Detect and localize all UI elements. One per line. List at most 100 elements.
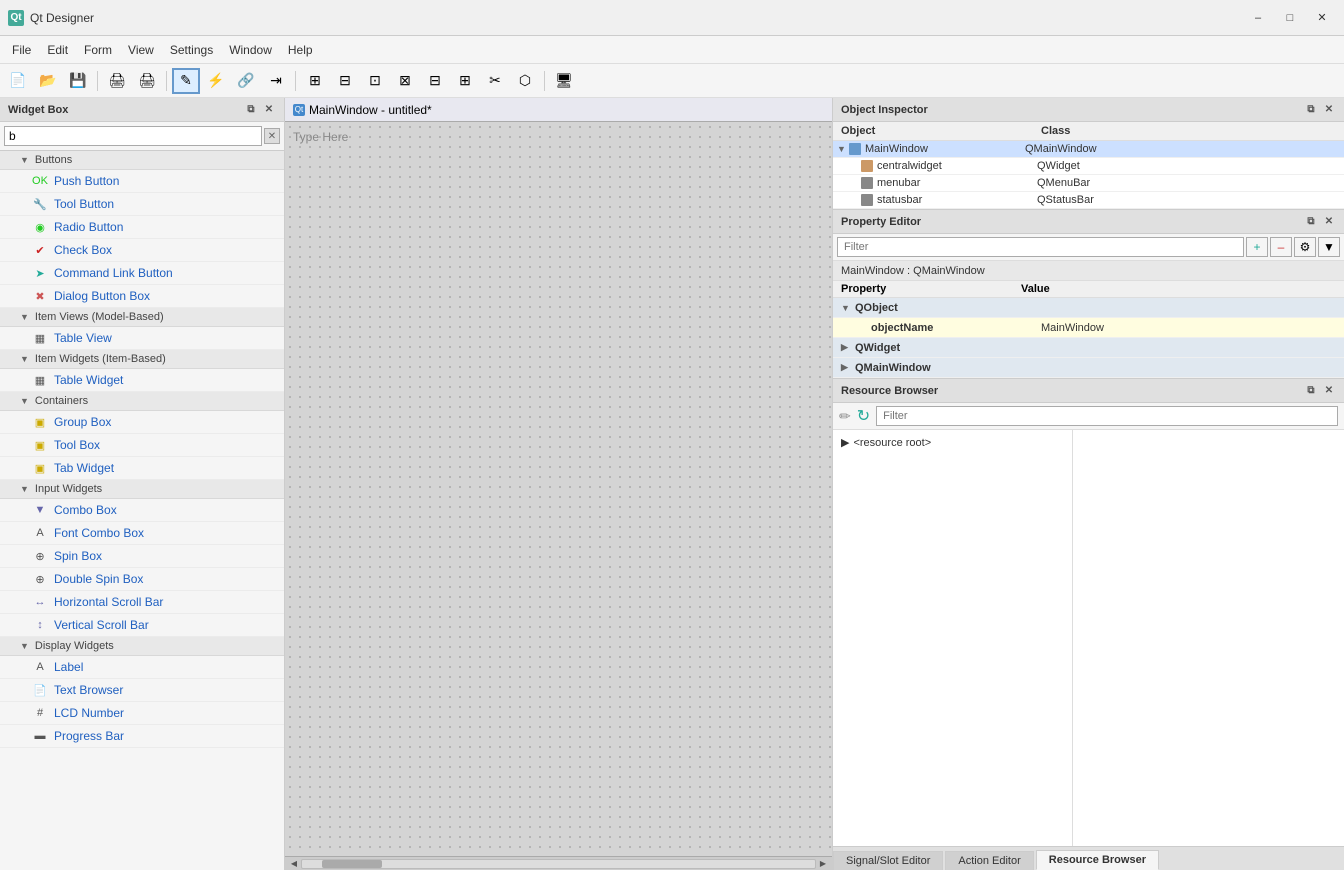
toolbar-tab[interactable]: ⇥ — [262, 68, 290, 94]
category-display-widgets[interactable]: ▼ Display Widgets — [0, 637, 284, 656]
pe-objectname-value[interactable]: MainWindow — [1041, 322, 1336, 334]
toolbar-layout-split-h[interactable]: ⊟ — [421, 68, 449, 94]
toolbar-layout-split-v[interactable]: ⊞ — [451, 68, 479, 94]
object-inspector-float[interactable]: ⧉ — [1304, 103, 1318, 117]
pe-group-qwidget[interactable]: ▶ QWidget — [833, 338, 1344, 358]
widget-item-group-box[interactable]: ▣ Group Box — [0, 411, 284, 434]
category-containers[interactable]: ▼ Containers — [0, 392, 284, 411]
toolbar-preview[interactable]: 🖥 — [550, 68, 578, 94]
category-item-views[interactable]: ▼ Item Views (Model-Based) — [0, 308, 284, 327]
category-item-widgets[interactable]: ▼ Item Widgets (Item-Based) — [0, 350, 284, 369]
widget-item-text-browser[interactable]: 📄 Text Browser — [0, 679, 284, 702]
widget-item-command-link[interactable]: ➤ Command Link Button — [0, 262, 284, 285]
widget-item-v-scroll-bar[interactable]: ↕ Vertical Scroll Bar — [0, 614, 284, 637]
canvas-scrollbar-horizontal[interactable]: ◀ ▶ — [285, 856, 832, 870]
widget-item-lcd-number[interactable]: # LCD Number — [0, 702, 284, 725]
toolbar-signal[interactable]: ⚡ — [202, 68, 230, 94]
toolbar-layout-h[interactable]: ⊞ — [301, 68, 329, 94]
widget-item-check-box[interactable]: ✔ Check Box — [0, 239, 284, 262]
category-display-widgets-label: Display Widgets — [35, 640, 114, 652]
widget-item-tool-button[interactable]: 🔧 Tool Button — [0, 193, 284, 216]
menu-form[interactable]: Form — [76, 39, 120, 61]
pe-row-objectname: objectName MainWindow — [833, 318, 1344, 338]
widget-search-input[interactable] — [4, 126, 262, 146]
obj-tree-item-centralwidget[interactable]: centralwidget QWidget — [833, 158, 1344, 175]
menu-window[interactable]: Window — [221, 39, 280, 61]
obj-tree-item-statusbar[interactable]: statusbar QStatusBar — [833, 192, 1344, 209]
widget-item-label[interactable]: A Label — [0, 656, 284, 679]
resource-edit-button[interactable]: ✏ — [839, 408, 851, 425]
menu-view[interactable]: View — [120, 39, 162, 61]
resource-root-item[interactable]: ▶ <resource root> — [837, 434, 1068, 451]
resource-browser-close[interactable]: ✕ — [1322, 384, 1336, 398]
toolbar-print2[interactable]: 🖨 — [133, 68, 161, 94]
widget-item-combo-box[interactable]: ▼ Combo Box — [0, 499, 284, 522]
toolbar-buddy[interactable]: 🔗 — [232, 68, 260, 94]
widget-box-float[interactable]: ⧉ — [244, 103, 258, 117]
property-editor-float[interactable]: ⧉ — [1304, 215, 1318, 229]
widget-item-double-spin-box[interactable]: ⊕ Double Spin Box — [0, 568, 284, 591]
obj-tree-item-menubar[interactable]: menubar QMenuBar — [833, 175, 1344, 192]
pe-expand-qobject[interactable]: ▼ — [841, 303, 855, 313]
widget-item-push-button[interactable]: OK Push Button — [0, 170, 284, 193]
toolbar-break-layout[interactable]: ✂ — [481, 68, 509, 94]
property-remove-button[interactable]: – — [1270, 237, 1292, 257]
menu-help[interactable]: Help — [280, 39, 321, 61]
toolbar-layout-v[interactable]: ⊟ — [331, 68, 359, 94]
widget-item-radio-button[interactable]: ◉ Radio Button — [0, 216, 284, 239]
property-editor-close[interactable]: ✕ — [1322, 215, 1336, 229]
canvas-scroll-right[interactable]: ▶ — [816, 857, 830, 870]
category-buttons[interactable]: ▼ Buttons — [0, 151, 284, 170]
pe-expand-qwidget[interactable]: ▶ — [841, 342, 855, 353]
toolbar-layout-g[interactable]: ⊡ — [361, 68, 389, 94]
widget-item-h-scroll-bar[interactable]: ↔ Horizontal Scroll Bar — [0, 591, 284, 614]
widget-box-close[interactable]: ✕ — [262, 103, 276, 117]
widget-item-spin-box[interactable]: ⊕ Spin Box — [0, 545, 284, 568]
widget-item-table-widget[interactable]: ▦ Table Widget — [0, 369, 284, 392]
menu-settings[interactable]: Settings — [162, 39, 221, 61]
canvas-area[interactable]: Type Here — [285, 122, 832, 856]
widget-item-font-combo-box[interactable]: A Font Combo Box — [0, 522, 284, 545]
object-inspector-close[interactable]: ✕ — [1322, 103, 1336, 117]
menu-file[interactable]: File — [4, 39, 39, 61]
pe-group-qmainwindow[interactable]: ▶ QMainWindow — [833, 358, 1344, 378]
toolbar-adjust-size[interactable]: ⬡ — [511, 68, 539, 94]
canvas-scroll-track-h[interactable] — [301, 859, 816, 869]
tab-signal-slot[interactable]: Signal/Slot Editor — [833, 851, 943, 870]
property-settings-button[interactable]: ⚙ — [1294, 237, 1316, 257]
pe-group-qobject[interactable]: ▼ QObject — [833, 298, 1344, 318]
toolbar-widget-edit[interactable]: ✎ — [172, 68, 200, 94]
toolbar-print[interactable]: 🖨 — [103, 68, 131, 94]
minimize-button[interactable]: – — [1244, 7, 1272, 29]
canvas-scroll-thumb-h[interactable] — [322, 860, 382, 868]
radio-button-label: Radio Button — [54, 220, 123, 234]
tab-action-editor[interactable]: Action Editor — [945, 851, 1033, 870]
widget-item-progress-bar[interactable]: ▬ Progress Bar — [0, 725, 284, 748]
category-containers-label: Containers — [35, 395, 88, 407]
close-button[interactable]: ✕ — [1308, 7, 1336, 29]
restore-button[interactable]: □ — [1276, 7, 1304, 29]
category-input-widgets[interactable]: ▼ Input Widgets — [0, 480, 284, 499]
menu-edit[interactable]: Edit — [39, 39, 76, 61]
toolbar-save[interactable]: 💾 — [64, 68, 92, 94]
resource-refresh-button[interactable]: ↻ — [857, 406, 870, 426]
canvas-scroll-left[interactable]: ◀ — [287, 857, 301, 870]
widget-item-tool-box[interactable]: ▣ Tool Box — [0, 434, 284, 457]
resource-browser-float[interactable]: ⧉ — [1304, 384, 1318, 398]
pe-expand-qmainwindow[interactable]: ▶ — [841, 362, 855, 373]
widget-search-clear[interactable]: ✕ — [264, 128, 280, 144]
tab-resource-browser[interactable]: Resource Browser — [1036, 850, 1159, 870]
toolbar-layout-form[interactable]: ⊠ — [391, 68, 419, 94]
property-filter-input[interactable] — [837, 237, 1244, 257]
resource-filter-input[interactable] — [876, 406, 1338, 426]
obj-expand-mainwindow[interactable]: ▼ — [837, 144, 849, 154]
widget-item-dialog-button-box[interactable]: ✖ Dialog Button Box — [0, 285, 284, 308]
toolbar-new[interactable]: 📄 — [4, 68, 32, 94]
toolbar-open[interactable]: 📂 — [34, 68, 62, 94]
widget-item-table-view[interactable]: ▦ Table View — [0, 327, 284, 350]
widget-box-panel: Widget Box ⧉ ✕ ✕ ▼ Buttons OK Push Butto… — [0, 98, 285, 870]
property-add-button[interactable]: + — [1246, 237, 1268, 257]
widget-item-tab-widget[interactable]: ▣ Tab Widget — [0, 457, 284, 480]
property-dropdown-button[interactable]: ▼ — [1318, 237, 1340, 257]
obj-tree-item-mainwindow[interactable]: ▼ MainWindow QMainWindow — [833, 141, 1344, 158]
